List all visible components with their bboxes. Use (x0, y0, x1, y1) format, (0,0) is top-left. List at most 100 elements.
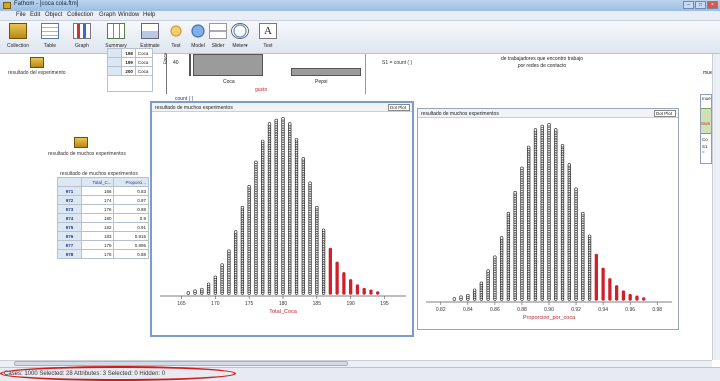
dot-stack[interactable] (560, 143, 565, 301)
right-summary-panel[interactable]: mue Sum Co S1 = (700, 94, 712, 164)
dot-stack[interactable] (459, 295, 463, 301)
dot-stack[interactable] (321, 228, 326, 295)
table-row[interactable]: 977 179 0.895 (57, 240, 149, 250)
text-box-note[interactable]: de trabajadores que encontro trabajo por… (497, 56, 587, 70)
dot-stack[interactable] (369, 289, 373, 295)
table-row[interactable]: 972 174 0.87 (57, 195, 149, 205)
muchos-table[interactable]: Total_C... Proporci... 971 166 0.83 972 174… (57, 177, 149, 259)
plot-type-dropdown[interactable]: Dot Plot (654, 110, 676, 117)
minimize-button[interactable]: – (683, 1, 694, 9)
dot-stack[interactable] (233, 230, 238, 295)
dot-stack[interactable] (533, 128, 538, 301)
dot-plot-total-coca[interactable]: 165 170 175 180 185 190 195 Total_Coca (156, 115, 410, 317)
menu-help[interactable]: Help (143, 12, 155, 18)
collection-icon-muchos[interactable] (74, 137, 88, 148)
dot-stack[interactable] (261, 139, 265, 295)
dot-stack[interactable] (294, 137, 299, 295)
menu-graph[interactable]: Graph (99, 12, 116, 18)
dot-stack[interactable] (567, 163, 571, 301)
dot-stack[interactable] (281, 117, 285, 295)
graph-proporcion-coca[interactable]: resultado de muchos experimentos Dot Plo… (417, 108, 679, 330)
column-header-total[interactable]: Total_C... (80, 177, 115, 187)
horizontal-scroll-thumb[interactable] (14, 361, 348, 366)
dot-plot-proporcion[interactable]: 0.82 0.84 0.86 0.88 0.90 0.92 0.94 0.96 0.98 Prop… (422, 121, 676, 323)
menu-edit[interactable]: Edit (30, 12, 40, 18)
close-button[interactable]: × (707, 1, 718, 9)
dot-stack[interactable] (301, 157, 305, 295)
dot-stack[interactable] (308, 181, 312, 295)
dot-stack[interactable] (540, 124, 544, 301)
menu-collection[interactable]: Collection (67, 12, 93, 18)
dot-stack[interactable] (206, 282, 211, 295)
table-row[interactable]: 975 182 0.91 (57, 222, 149, 232)
dot-stack[interactable] (186, 291, 190, 295)
plot-type-dropdown[interactable]: Dot Plot (388, 104, 410, 111)
table-row[interactable]: 978 176 0.88 (57, 249, 149, 259)
dot-stack[interactable] (348, 279, 353, 295)
collection-icon-experimento[interactable] (30, 57, 44, 68)
menu-object[interactable]: Object (45, 12, 62, 18)
dot-stack[interactable] (499, 236, 504, 301)
dot-stack[interactable] (479, 281, 484, 301)
dot-stack[interactable] (581, 211, 585, 301)
experiment-table[interactable]: 198 Coca 199 Coca 200 Coca (107, 48, 154, 76)
dot-stack[interactable] (213, 275, 218, 295)
maximize-button[interactable]: □ (695, 1, 706, 9)
dot-stack[interactable] (376, 291, 380, 295)
dot-stack[interactable] (247, 185, 251, 295)
dot-stack[interactable] (547, 123, 551, 301)
menu-window[interactable]: Window (118, 12, 139, 18)
tool-table[interactable]: Table (32, 23, 68, 53)
tool-collection[interactable]: Collection (0, 23, 36, 53)
dot-stack[interactable] (200, 287, 204, 295)
dot-stack[interactable] (335, 261, 339, 295)
dot-stack[interactable] (513, 191, 517, 301)
dot-stack[interactable] (506, 211, 511, 301)
column-header-proporcion[interactable]: Proporci... (113, 177, 149, 187)
dot-stack[interactable] (227, 249, 231, 295)
dot-stack[interactable] (587, 234, 592, 301)
dot-stack[interactable] (274, 118, 278, 295)
dot-stack[interactable] (362, 287, 366, 295)
dot-stack[interactable] (193, 289, 197, 295)
dot-stack[interactable] (574, 187, 578, 301)
table-row[interactable]: 198 Coca (107, 48, 154, 58)
dot-stack[interactable] (452, 297, 456, 301)
dot-stack[interactable] (466, 293, 470, 301)
dot-stack[interactable] (240, 205, 245, 295)
table-row[interactable]: 199 Coca (107, 57, 154, 67)
dot-stack[interactable] (608, 278, 612, 301)
dot-stack[interactable] (635, 295, 639, 301)
dot-stack[interactable] (554, 128, 558, 301)
dot-stack[interactable] (355, 284, 360, 295)
dot-stack[interactable] (342, 272, 346, 295)
dot-stack[interactable] (594, 253, 599, 301)
dot-stack[interactable] (642, 297, 646, 301)
dot-stack[interactable] (315, 205, 319, 295)
graph-total-coca[interactable]: resultado de muchos experimentos Dot Plo… (150, 101, 414, 337)
table-row[interactable]: 976 183 0.915 (57, 231, 149, 241)
dot-stack[interactable] (220, 263, 224, 295)
dot-stack[interactable] (254, 160, 258, 295)
document-workspace[interactable]: resultado del experimento 198 Coca 199 Coc… (0, 48, 713, 360)
dot-stack[interactable] (614, 285, 619, 301)
dot-stack[interactable] (520, 166, 524, 301)
summary-s1-formula[interactable]: S1 = count ( ) (382, 60, 412, 66)
table-row[interactable]: 974 180 0.9 (57, 213, 149, 223)
dot-stack[interactable] (267, 122, 272, 295)
bar-coca[interactable] (193, 54, 263, 76)
dot-stack[interactable] (486, 269, 490, 301)
dot-stack[interactable] (621, 290, 626, 301)
dot-stack[interactable] (288, 122, 292, 295)
bar-pepsi[interactable] (291, 68, 361, 76)
dot-stack[interactable] (493, 255, 497, 301)
dot-stack[interactable] (328, 247, 333, 295)
bar-chart-gusto[interactable]: Frecu 40 Coca Pepsi gusto (162, 53, 366, 94)
tool-text[interactable]: A Text (250, 23, 286, 53)
dot-stack[interactable] (601, 267, 605, 301)
vertical-scrollbar[interactable] (712, 54, 720, 360)
menu-file[interactable]: File (16, 12, 26, 18)
tool-graph[interactable]: Graph (64, 23, 100, 53)
dot-stack[interactable] (628, 293, 632, 301)
dot-stack[interactable] (527, 145, 531, 301)
